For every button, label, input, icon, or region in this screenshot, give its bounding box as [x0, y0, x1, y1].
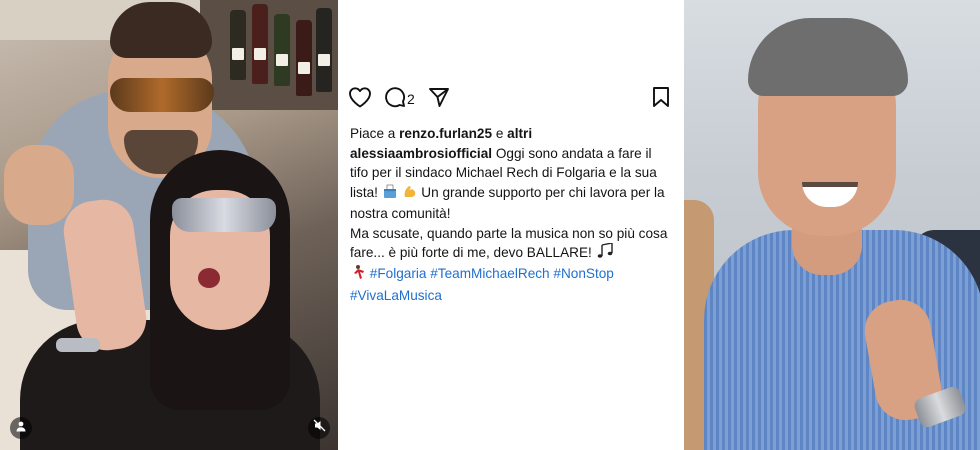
hashtag-link[interactable]: #TeamMichaelRech — [430, 266, 549, 281]
man-sunglasses — [110, 78, 214, 112]
wine-bottle — [230, 10, 246, 80]
post-caption: alessiaambrosiofficial Oggi sono andata … — [350, 144, 668, 305]
gray-hair — [748, 18, 908, 96]
man-hair — [110, 2, 212, 58]
mute-button[interactable] — [308, 417, 330, 439]
wine-bottle — [274, 14, 290, 86]
portrait-photo — [684, 0, 980, 450]
comment-button[interactable]: 2 — [384, 86, 415, 112]
wine-bottle — [316, 8, 332, 92]
bookmark-icon — [652, 86, 670, 113]
music-notes-emoji — [596, 242, 614, 264]
likes-prefix: Piace a — [350, 126, 400, 141]
like-button[interactable] — [348, 86, 372, 112]
share-button[interactable] — [428, 86, 450, 112]
author-username[interactable]: alessiaambrosiofficial — [350, 146, 492, 161]
post-action-bar: 2 — [346, 86, 670, 112]
heart-icon — [348, 86, 372, 113]
profile-button[interactable] — [10, 417, 32, 439]
person-icon — [15, 419, 27, 437]
likes-line: Piace a renzo.furlan25 e altri — [350, 124, 668, 143]
liker-username[interactable]: renzo.furlan25 — [399, 126, 492, 141]
man-hand — [4, 145, 74, 225]
save-button[interactable] — [652, 86, 670, 112]
wristwatch — [56, 338, 100, 352]
speaker-muted-icon — [313, 419, 326, 437]
comment-icon — [384, 86, 406, 113]
flexed-biceps-emoji — [402, 183, 418, 204]
hashtag-link[interactable]: #Folgaria — [370, 266, 427, 281]
ballot-box-emoji — [382, 183, 398, 204]
hashtag-link[interactable]: #NonStop — [553, 266, 613, 281]
instagram-post: 2 Piace a renzo.furlan25 e altri alessia… — [338, 0, 684, 450]
likes-others-link[interactable]: altri — [507, 126, 532, 141]
woman-sunglasses — [172, 198, 276, 232]
hashtag-link[interactable]: #VivaLaMusica — [350, 288, 442, 303]
woman-mouth — [198, 268, 220, 288]
send-icon — [428, 86, 450, 113]
wine-bottle — [252, 4, 268, 84]
selfie-photo — [0, 0, 338, 450]
dancer-emoji — [350, 264, 366, 285]
caption-text: Ma scusate, quando parte la musica non s… — [350, 225, 668, 261]
likes-middle: e — [492, 126, 508, 141]
wine-bottle — [296, 20, 312, 96]
comment-count: 2 — [407, 91, 415, 107]
